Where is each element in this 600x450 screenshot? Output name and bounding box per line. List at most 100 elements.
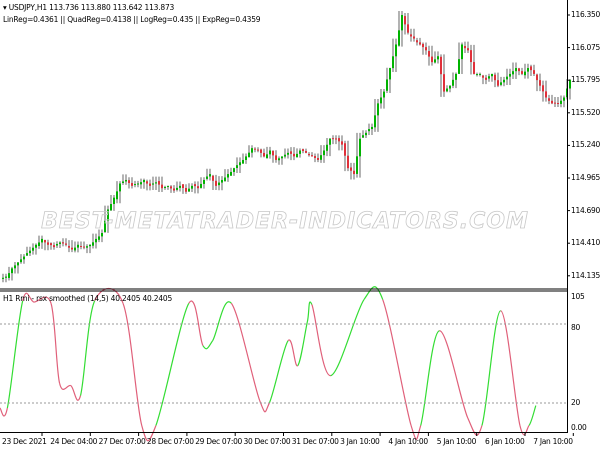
- candle-body: [323, 150, 325, 156]
- candle-body: [119, 183, 121, 192]
- candle-body: [23, 256, 25, 260]
- rmi-segment: [481, 310, 502, 426]
- candle-body: [128, 180, 130, 184]
- rmi-segment: [0, 407, 8, 417]
- candle-body: [257, 149, 259, 151]
- candle-body: [239, 162, 241, 166]
- candle-body: [500, 82, 502, 85]
- candle-body: [542, 85, 544, 92]
- candle-body: [203, 179, 205, 184]
- indicator-axis-label: 80: [571, 323, 580, 333]
- candle-body: [179, 185, 181, 188]
- rmi-segment: [519, 425, 530, 436]
- candle-body: [422, 43, 424, 48]
- candle-body: [197, 186, 199, 189]
- candle-body: [437, 56, 439, 60]
- candle-body: [26, 253, 28, 256]
- time-label: 6 Jan 10:00: [485, 437, 525, 446]
- candle-body: [509, 73, 511, 77]
- candle-body: [533, 70, 535, 74]
- candle-body: [80, 245, 82, 247]
- candle-body: [266, 154, 268, 159]
- rmi-segment: [528, 405, 537, 426]
- candle-body: [419, 42, 421, 45]
- candle-body: [68, 245, 70, 248]
- price-label: 114.965: [571, 173, 600, 182]
- candle-body: [359, 138, 361, 157]
- candle-body: [47, 242, 49, 245]
- candle-body: [446, 88, 448, 92]
- candle-body: [350, 167, 352, 171]
- candle-body: [536, 74, 538, 81]
- candle-body: [464, 46, 466, 49]
- candle-body: [521, 71, 523, 74]
- candle-body: [386, 79, 388, 91]
- candle-body: [2, 277, 4, 279]
- candle-body: [71, 247, 73, 250]
- candle-body: [134, 184, 136, 186]
- candle-body: [314, 156, 316, 158]
- candle-body: [209, 174, 211, 177]
- rmi-segment: [382, 299, 412, 426]
- candle-body: [149, 183, 151, 186]
- candle-body: [224, 177, 226, 181]
- rmi-segment: [287, 339, 299, 367]
- time-label: 31 Dec 07:00: [291, 437, 339, 446]
- rmi-segment: [202, 340, 214, 350]
- candle-body: [92, 242, 94, 246]
- candle-body: [530, 66, 532, 71]
- price-label: 114.135: [571, 270, 600, 280]
- regression-info: LinReg=0.4361 || QuadReg=0.4138 || LogRe…: [3, 15, 261, 24]
- candle-body: [236, 165, 238, 169]
- candle-body: [215, 180, 217, 186]
- candle-body: [539, 80, 541, 86]
- candle-body: [35, 244, 37, 248]
- chart-canvas[interactable]: BEST-METATRADER-INDICATORS.COM: [0, 0, 600, 450]
- candle-body: [284, 154, 286, 157]
- candle-body: [470, 50, 472, 63]
- candle-body: [296, 153, 298, 158]
- candle-body: [353, 170, 355, 175]
- candle-body: [56, 243, 58, 246]
- candle-body: [137, 183, 139, 185]
- candle-body: [404, 16, 406, 25]
- candle-body: [320, 155, 322, 160]
- candle-body: [248, 152, 250, 158]
- candle-body: [473, 62, 475, 74]
- candle-body: [365, 132, 367, 136]
- candle-body: [242, 159, 244, 164]
- rmi-segment: [420, 330, 440, 426]
- candle-body: [263, 152, 265, 157]
- candle-body: [440, 56, 442, 75]
- candle-body: [362, 135, 364, 138]
- candle-body: [113, 197, 115, 205]
- rmi-segment: [155, 302, 190, 426]
- candle-body: [233, 168, 235, 172]
- price-candles: [2, 11, 571, 283]
- candle-body: [347, 155, 349, 169]
- candle-body: [95, 238, 97, 243]
- price-label: 116.075: [571, 42, 600, 52]
- candle-body: [302, 149, 304, 152]
- candle-body: [305, 151, 307, 153]
- candle-body: [17, 262, 19, 266]
- candle-body: [143, 179, 145, 183]
- candle-body: [272, 150, 274, 156]
- candle-body: [518, 68, 520, 72]
- candle-body: [278, 158, 280, 161]
- candle-body: [230, 171, 232, 176]
- rmi-segment: [79, 300, 96, 396]
- rmi-segment: [311, 304, 331, 377]
- indicator-axis-label: 20: [571, 398, 580, 408]
- candle-body: [74, 247, 76, 251]
- rmi-segment: [268, 340, 289, 404]
- candle-body: [524, 71, 526, 76]
- candle-body: [98, 236, 100, 240]
- candle-body: [245, 156, 247, 160]
- candle-body: [206, 176, 208, 179]
- indicator-axis-label: 105: [571, 292, 585, 302]
- candle-body: [167, 185, 169, 187]
- candle-body: [560, 100, 562, 104]
- candle-body: [506, 76, 508, 80]
- candle-body: [377, 103, 379, 116]
